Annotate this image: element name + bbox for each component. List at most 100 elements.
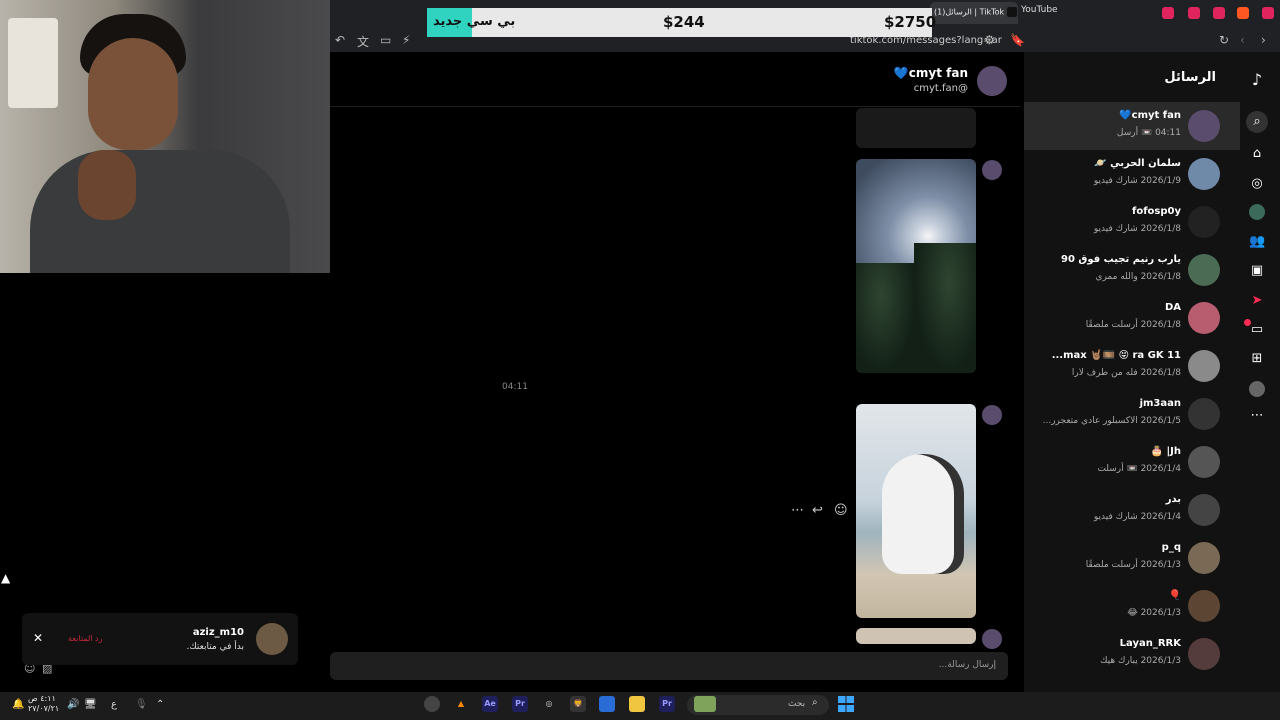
reply-icon[interactable]: ↩: [812, 503, 823, 518]
avatar: [1188, 254, 1220, 286]
conversation-preview: 2026/1/8 أرسلت ملصقًا: [1085, 320, 1181, 330]
messages-icon[interactable]: ▭: [1249, 322, 1265, 338]
home-icon[interactable]: ⌂: [1249, 146, 1265, 162]
conversation-name: بدر: [1165, 494, 1181, 505]
conversation-name: يارب رنيم تجيب فوق 90: [1061, 254, 1181, 265]
search-highlight-icon: [694, 696, 716, 712]
after-effects-app-icon[interactable]: Ae: [482, 696, 498, 712]
live-icon[interactable]: ▣: [1249, 263, 1265, 279]
youtube-tab-icon[interactable]: [1162, 7, 1174, 19]
chat-contact-name[interactable]: cmyt fan💙: [894, 66, 968, 80]
tab-tiktok-label: (1)الرسائل | TikTok: [934, 7, 1005, 17]
conversation-name: DA: [1164, 302, 1181, 313]
tab-tiktok[interactable]: (1)الرسائل | TikTok: [930, 2, 1018, 24]
profile-avatar-icon[interactable]: [1249, 204, 1265, 220]
vlc-app-icon[interactable]: ▲: [453, 696, 469, 712]
message-image-partial[interactable]: [856, 628, 976, 644]
more-icon[interactable]: ⋯: [1249, 408, 1265, 424]
conversation-item[interactable]: 🎈 2026/1/3 😂: [1024, 582, 1240, 630]
forward-icon[interactable]: ‹: [1240, 33, 1245, 47]
tiktok-logo-icon[interactable]: ♪: [1249, 72, 1265, 88]
youtube-tab-icon-2[interactable]: [1188, 7, 1200, 19]
translate-icon[interactable]: 文: [357, 33, 369, 50]
toast-username[interactable]: aziz_m10: [193, 627, 244, 638]
bookmark-icon[interactable]: 🔖: [1010, 33, 1025, 47]
message-video-partial[interactable]: [856, 108, 976, 148]
avatar: [1188, 398, 1220, 430]
volume-icon[interactable]: 🔊: [67, 699, 79, 710]
message-input[interactable]: [330, 652, 1008, 680]
mouse-cursor-icon: ▲: [1, 571, 11, 585]
conversation-item[interactable]: بدر 2026/1/4 شارك فيديو: [1024, 486, 1240, 534]
network-icon[interactable]: 🖥: [84, 699, 97, 710]
search-icon[interactable]: ⌕: [1246, 111, 1268, 133]
conversation-item[interactable]: jm3aan 2026/1/5 الاكسبلور عادي متعجرر...: [1024, 390, 1240, 438]
tab-icon[interactable]: [1262, 7, 1274, 19]
lamp: [8, 18, 58, 108]
youtube-tab-icon-3[interactable]: [1213, 7, 1225, 19]
obs-app-icon[interactable]: [424, 696, 440, 712]
conversation-preview: 2026/1/8 فله من طرف لارا: [1071, 368, 1181, 378]
toast-avatar[interactable]: [256, 623, 288, 655]
avatar: [1188, 446, 1220, 478]
message-image-horse[interactable]: [856, 404, 976, 618]
message-avatar: [982, 160, 1002, 180]
conversation-item[interactable]: max 🤘🏽🎞️ 😝 ra GK 11... 2026/1/8 فله من طر…: [1024, 342, 1240, 390]
conversation-item[interactable]: Jh| 🎂 2026/1/4 📼 أرسلت: [1024, 438, 1240, 486]
conversation-item[interactable]: fofosp0y 2026/1/8 شارك فيديو: [1024, 198, 1240, 246]
conversation-item[interactable]: سلمان الحربي 🪐 2026/1/9 شارك فيديو: [1024, 150, 1240, 198]
toast-message: بدأ في متابعتك.: [186, 642, 244, 652]
explore-icon[interactable]: ◎: [1249, 176, 1265, 192]
conversation-preview: 04:11 📼 أرسل: [1116, 128, 1181, 138]
site-settings-icon[interactable]: ⚙: [984, 33, 995, 47]
windows-start-icon[interactable]: [838, 696, 854, 712]
extension-icon[interactable]: ⚡: [402, 33, 410, 47]
conversation-item[interactable]: DA 2026/1/8 أرسلت ملصقًا: [1024, 294, 1240, 342]
message-image-sky[interactable]: [856, 159, 976, 373]
premiere-app-icon-2[interactable]: Pr: [659, 696, 675, 712]
conversation-name: Layan_RRK: [1119, 638, 1181, 649]
chevron-up-icon[interactable]: ⌃: [156, 699, 164, 710]
tab-youtube[interactable]: YouTube: [1021, 5, 1058, 15]
price-ticker: بي سي جديد $244 $2750: [427, 8, 936, 37]
premiere-app-icon[interactable]: Pr: [512, 696, 528, 712]
person-hand: [78, 150, 136, 220]
following-icon[interactable]: 👥: [1249, 234, 1265, 250]
language-indicator[interactable]: ع: [111, 699, 117, 710]
undo-icon[interactable]: ↶: [335, 33, 345, 47]
person-shirt: [30, 150, 290, 273]
screen: YouTube (1)الرسائل | TikTok ↶ 文 ▭ ⚡ tikt…: [0, 0, 1280, 720]
file-explorer-app-icon[interactable]: [629, 696, 645, 712]
message-avatar-3: [982, 629, 1002, 649]
more-options-icon[interactable]: ⋯: [791, 503, 804, 518]
microphone-icon[interactable]: 🎙: [135, 699, 148, 710]
activity-icon[interactable]: ➤: [1249, 293, 1265, 309]
app-tab-icon[interactable]: [1237, 7, 1249, 19]
store-app-icon[interactable]: [599, 696, 615, 712]
conversation-name: max 🤘🏽🎞️ 😝 ra GK 11...: [1051, 350, 1181, 361]
account-avatar-icon[interactable]: [1249, 381, 1265, 397]
avatar: [1188, 638, 1220, 670]
conversation-item[interactable]: يارب رنيم تجيب فوق 90 2026/1/8 والله ممري: [1024, 246, 1240, 294]
chat-contact-avatar[interactable]: [977, 66, 1007, 96]
message-input-placeholder: إرسال رسالة...: [938, 660, 996, 670]
upload-icon[interactable]: ⊞: [1249, 351, 1265, 367]
avatar: [1188, 110, 1220, 142]
app-icon[interactable]: ◎: [541, 696, 557, 712]
conversation-name: fofosp0y: [1131, 206, 1181, 217]
conversation-item[interactable]: Layan_RRK 2026/1/3 يبارك هيك: [1024, 630, 1240, 678]
palm-tree-right: [914, 243, 976, 373]
close-icon[interactable]: ✕: [33, 631, 43, 645]
clock[interactable]: ٤:١١ ص ٢٧/٠٧/٢١: [28, 694, 59, 714]
clock-time: ٤:١١ ص: [28, 694, 56, 703]
message-timestamp: 04:11: [502, 382, 528, 392]
back-icon[interactable]: ›: [1261, 33, 1266, 47]
brave-app-icon[interactable]: 🦁: [570, 696, 586, 712]
follow-back-button[interactable]: رد المتابعة: [68, 634, 102, 643]
screen-icon[interactable]: ▭: [380, 33, 391, 47]
reload-icon[interactable]: ↻: [1219, 33, 1229, 47]
conversation-item[interactable]: p_q 2026/1/3 أرسلت ملصقًا: [1024, 534, 1240, 582]
notification-bell-icon[interactable]: 🔔: [12, 699, 24, 710]
conversation-item[interactable]: cmyt fan💙 04:11 📼 أرسل: [1024, 102, 1240, 150]
react-emoji-icon[interactable]: ☺: [834, 503, 848, 518]
